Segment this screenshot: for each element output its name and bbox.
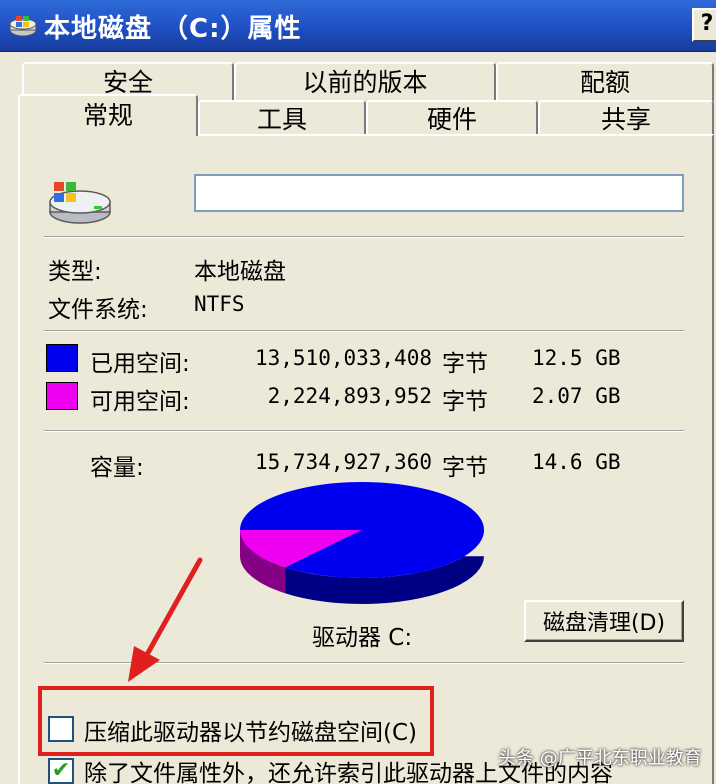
free-space-swatch <box>46 382 78 410</box>
capacity-label: 容量: <box>90 455 144 481</box>
compress-drive-label: 压缩此驱动器以节约磁盘空间(C) <box>84 720 418 746</box>
used-space-swatch <box>46 344 78 372</box>
drive-icon <box>9 16 37 37</box>
used-space-label: 已用空间: <box>90 351 190 377</box>
tab-general[interactable]: 常规 <box>18 94 198 136</box>
used-space-bytes: 13,510,033,408 <box>254 346 432 370</box>
free-space-size: 2.07 GB <box>532 384 621 408</box>
disk-cleanup-button[interactable]: 磁盘清理(D) <box>524 600 684 642</box>
drive-label: 驱动器 C: <box>312 625 413 651</box>
title-bar: 本地磁盘 （C:）属性 <box>0 0 716 52</box>
red-arrow-icon <box>128 557 203 682</box>
free-space-unit: 字节 <box>442 389 488 415</box>
used-space-size: 12.5 GB <box>532 346 621 370</box>
used-space-unit: 字节 <box>442 351 488 377</box>
window-title: 本地磁盘 （C:）属性 <box>44 14 302 44</box>
free-space-label: 可用空间: <box>90 389 190 415</box>
free-space-bytes: 2,224,893,952 <box>267 384 432 408</box>
capacity-unit: 字节 <box>442 455 488 481</box>
disk-usage-pie-chart <box>240 481 484 604</box>
tab-previous-versions[interactable]: 以前的版本 <box>234 62 496 102</box>
type-label: 类型: <box>48 259 102 285</box>
separator <box>44 330 684 332</box>
volume-name-input[interactable] <box>194 174 684 212</box>
tab-hardware[interactable]: 硬件 <box>366 100 538 136</box>
watermark: 头条 @广平北东职业教育 <box>498 748 702 769</box>
compress-drive-checkbox[interactable] <box>48 716 74 742</box>
capacity-size: 14.6 GB <box>532 450 621 474</box>
tab-tools[interactable]: 工具 <box>198 100 366 136</box>
type-value: 本地磁盘 <box>194 259 286 285</box>
separator <box>44 430 684 432</box>
filesystem-label: 文件系统: <box>48 297 148 323</box>
index-drive-checkbox[interactable]: ✔ <box>48 758 74 784</box>
tab-sharing[interactable]: 共享 <box>538 100 714 136</box>
filesystem-value: NTFS <box>194 292 245 316</box>
tab-quota[interactable]: 配额 <box>496 62 714 102</box>
hard-drive-icon <box>49 182 111 224</box>
separator <box>44 236 684 238</box>
help-button[interactable]: ? <box>692 8 716 42</box>
capacity-bytes: 15,734,927,360 <box>254 450 432 474</box>
